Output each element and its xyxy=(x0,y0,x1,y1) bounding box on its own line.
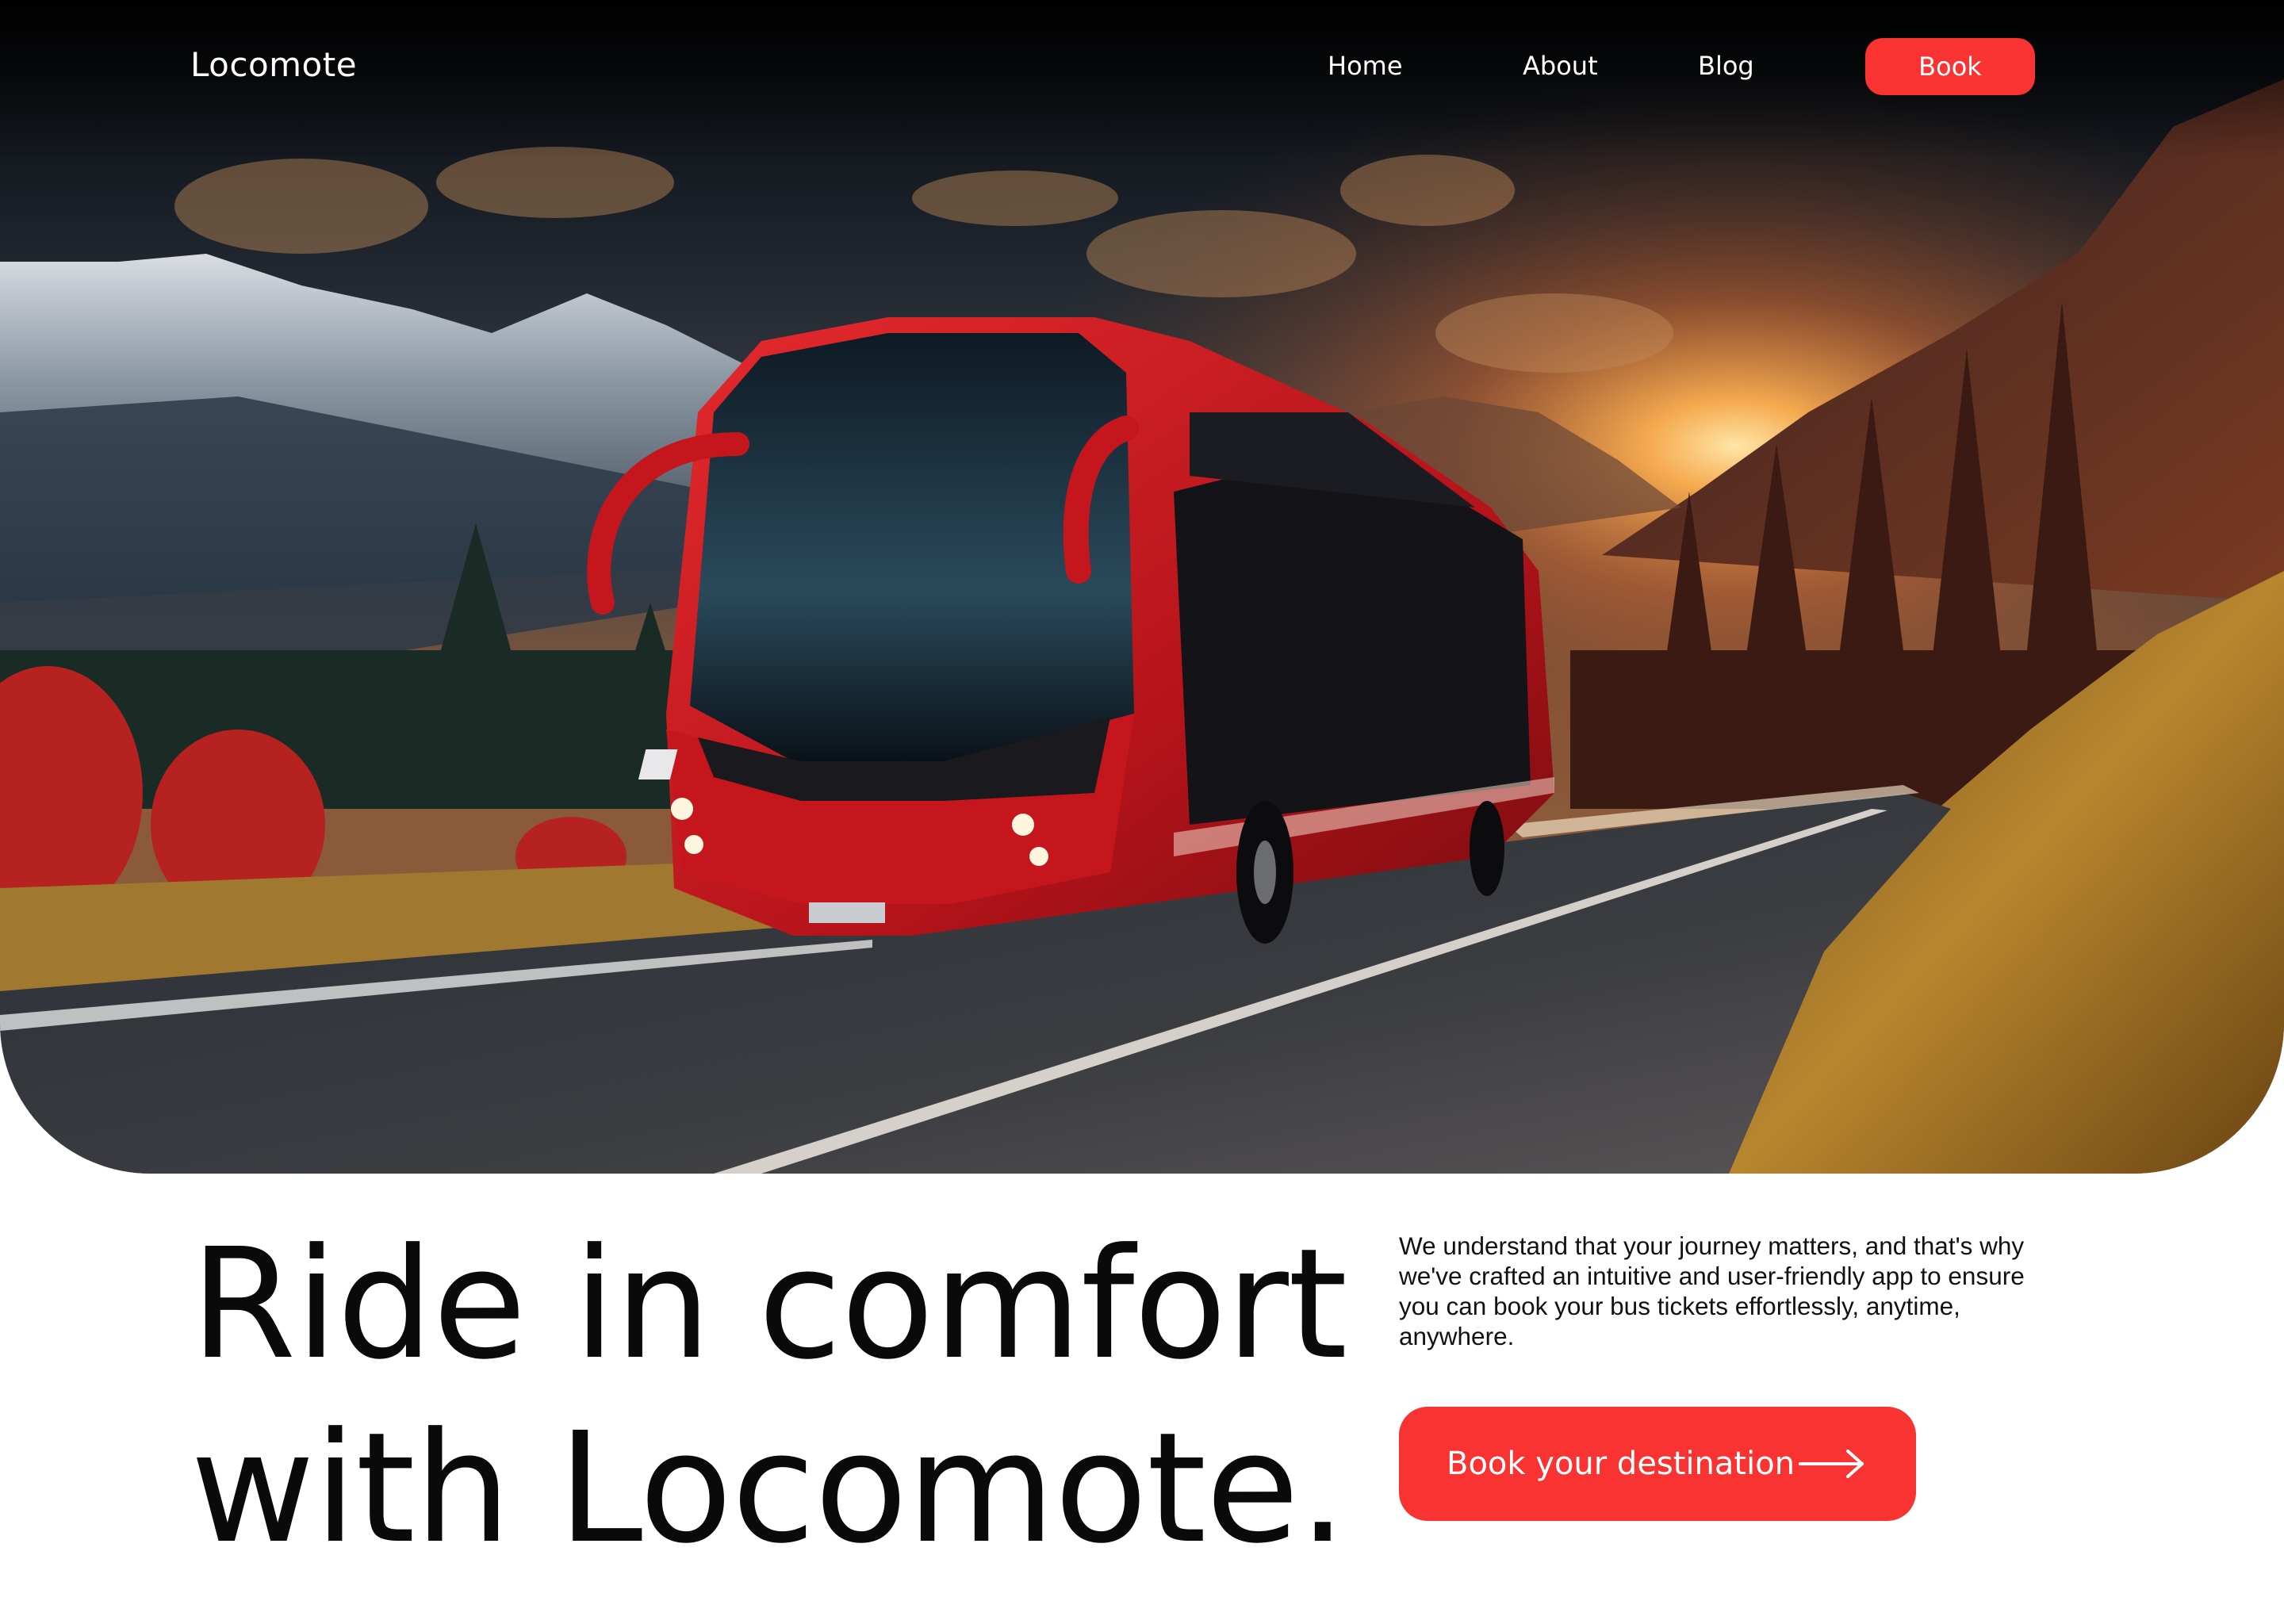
arrow-right-icon xyxy=(1799,1450,1864,1478)
hero-headline: Ride in comfort with Locomote. xyxy=(190,1213,1347,1581)
landing-page: Locomote Home About Blog Book Ride in co… xyxy=(0,0,2284,1624)
hero-image xyxy=(0,0,2284,1174)
nav-link-blog[interactable]: Blog xyxy=(1698,51,1754,81)
book-destination-button[interactable]: Book your destination xyxy=(1399,1407,1916,1521)
hero-description: We understand that your journey matters,… xyxy=(1399,1231,2025,1350)
nav-link-home[interactable]: Home xyxy=(1328,51,1403,81)
brand-logo[interactable]: Locomote xyxy=(190,45,357,84)
nav-book-button[interactable]: Book xyxy=(1865,38,2035,95)
navbar: Locomote Home About Blog Book xyxy=(0,0,2284,135)
cta-label: Book your destination xyxy=(1447,1446,1795,1482)
headline-line-2: with Locomote. xyxy=(190,1400,1347,1577)
headline-line-1: Ride in comfort xyxy=(190,1216,1347,1393)
hero-section xyxy=(0,0,2284,1174)
nav-link-about[interactable]: About xyxy=(1523,51,1598,81)
